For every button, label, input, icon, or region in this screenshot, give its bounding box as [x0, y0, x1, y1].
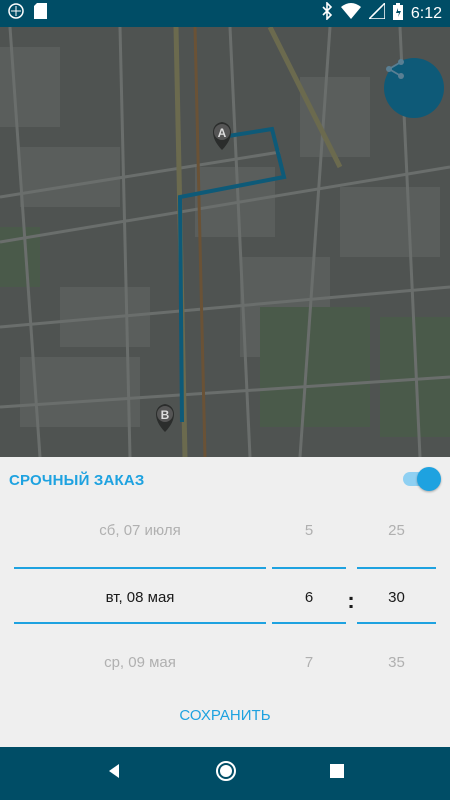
minute-option-prev[interactable]: 25	[357, 522, 436, 539]
app-icon	[8, 3, 24, 24]
wifi-icon	[340, 3, 361, 24]
navigation-bar	[0, 747, 450, 800]
date-divider-bottom	[14, 622, 266, 624]
route-map[interactable]: A B	[0, 27, 450, 457]
battery-icon	[392, 2, 403, 25]
map-canvas: A B	[0, 27, 450, 457]
date-divider-top	[14, 567, 266, 569]
save-button[interactable]: СОХРАНИТЬ	[150, 707, 300, 724]
hour-option-prev[interactable]: 5	[272, 522, 346, 539]
date-option-next[interactable]: ср, 09 мая	[14, 654, 266, 671]
minute-option-next[interactable]: 35	[357, 654, 436, 671]
hour-option-selected[interactable]: 6	[272, 589, 346, 606]
minute-divider-bottom	[357, 622, 436, 624]
minute-divider-top	[357, 567, 436, 569]
marker-b-label: B	[161, 408, 170, 422]
sd-card-icon	[34, 3, 47, 24]
hour-option-next[interactable]: 7	[272, 654, 346, 671]
hour-divider-bottom	[272, 622, 346, 624]
urgent-order-toggle[interactable]	[401, 467, 441, 491]
marker-a-label: A	[218, 126, 227, 140]
clock: 6:12	[410, 4, 442, 22]
minute-option-selected[interactable]: 30	[357, 589, 436, 606]
share-button[interactable]	[384, 58, 444, 118]
date-option-selected[interactable]: вт, 08 мая	[14, 589, 266, 606]
status-bar: 6:12	[0, 0, 450, 27]
back-icon[interactable]	[106, 763, 122, 784]
home-icon[interactable]	[215, 760, 237, 787]
time-separator: :	[347, 588, 355, 613]
urgent-order-label: СРОЧНЫЙ ЗАКАЗ	[9, 471, 145, 489]
toggle-thumb	[417, 467, 441, 491]
date-option-prev[interactable]: сб, 07 июля	[14, 522, 266, 539]
bluetooth-icon	[321, 1, 333, 25]
urgent-row: СРОЧНЫЙ ЗАКАЗ	[9, 467, 441, 492]
signal-icon	[367, 1, 386, 24]
hour-divider-top	[272, 567, 346, 569]
order-time-sheet: СРОЧНЫЙ ЗАКАЗ сб, 07 июля вт, 08 мая ср,…	[0, 457, 450, 747]
recents-icon[interactable]	[329, 764, 344, 783]
